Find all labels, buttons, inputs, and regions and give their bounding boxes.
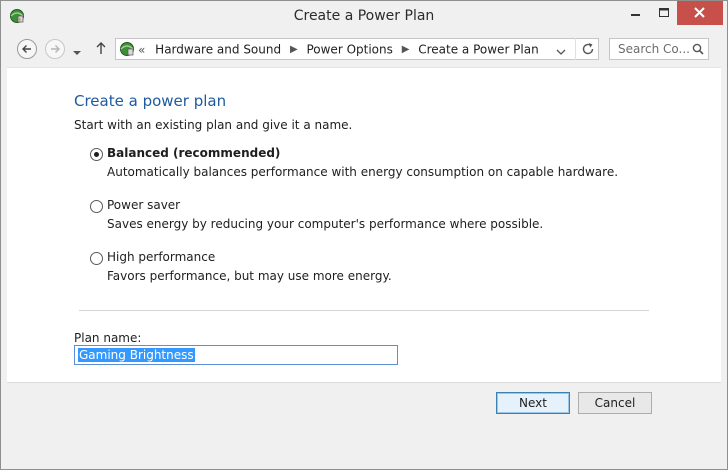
option-label[interactable]: High performance: [107, 250, 215, 264]
option-label[interactable]: Balanced (recommended): [107, 146, 280, 160]
power-options-icon: [119, 41, 135, 57]
window-title: Create a Power Plan: [293, 8, 435, 24]
footer: [7, 425, 721, 463]
chevron-right-icon[interactable]: ▶: [290, 44, 298, 55]
breadcrumb: « Hardware and Sound ▶ Power Options ▶ C…: [138, 42, 539, 57]
cancel-button[interactable]: Cancel: [578, 392, 652, 414]
search-placeholder: Search Co...: [618, 42, 690, 56]
plan-name-label: Plan name:: [74, 331, 142, 345]
minimize-button[interactable]: [621, 1, 651, 25]
divider: [79, 310, 649, 311]
content-panel: Create a power plan Start with an existi…: [7, 67, 721, 382]
chevron-down-icon[interactable]: [73, 45, 81, 59]
navigation-bar: « Hardware and Sound ▶ Power Options ▶ C…: [1, 34, 727, 66]
up-arrow-icon[interactable]: [95, 41, 107, 58]
breadcrumb-overflow[interactable]: «: [138, 43, 145, 57]
next-button[interactable]: Next: [496, 392, 570, 414]
divider: [7, 382, 721, 383]
refresh-icon[interactable]: [575, 38, 600, 60]
back-arrow-icon[interactable]: [17, 39, 37, 59]
chevron-down-icon[interactable]: [556, 45, 566, 59]
radio-balanced[interactable]: [90, 148, 103, 161]
option-label[interactable]: Power saver: [107, 198, 180, 212]
close-button[interactable]: [677, 1, 723, 25]
page-title: Create a power plan: [74, 92, 227, 110]
title-bar[interactable]: Create a Power Plan: [1, 1, 727, 33]
window: Create a Power Plan « Hardware and Sound…: [0, 0, 728, 470]
breadcrumb-hardware-and-sound[interactable]: Hardware and Sound: [155, 43, 281, 57]
breadcrumb-power-options[interactable]: Power Options: [306, 43, 392, 57]
forward-arrow-icon[interactable]: [45, 39, 65, 59]
search-icon[interactable]: [692, 43, 704, 58]
radio-high-performance[interactable]: [90, 252, 103, 265]
maximize-button[interactable]: [649, 1, 679, 25]
option-description: Automatically balances performance with …: [107, 165, 619, 179]
page-subtitle: Start with an existing plan and give it …: [74, 118, 353, 132]
address-bar[interactable]: « Hardware and Sound ▶ Power Options ▶ C…: [115, 38, 599, 60]
radio-power-saver[interactable]: [90, 200, 103, 213]
option-description: Favors performance, but may use more ene…: [107, 269, 392, 283]
plan-name-value: Gaming Brightness: [78, 348, 195, 362]
plan-name-field[interactable]: Gaming Brightness: [74, 345, 398, 365]
breadcrumb-create-power-plan[interactable]: Create a Power Plan: [418, 43, 538, 57]
search-input[interactable]: Search Co...: [609, 38, 709, 60]
chevron-right-icon[interactable]: ▶: [402, 44, 410, 55]
option-description: Saves energy by reducing your computer's…: [107, 217, 544, 231]
